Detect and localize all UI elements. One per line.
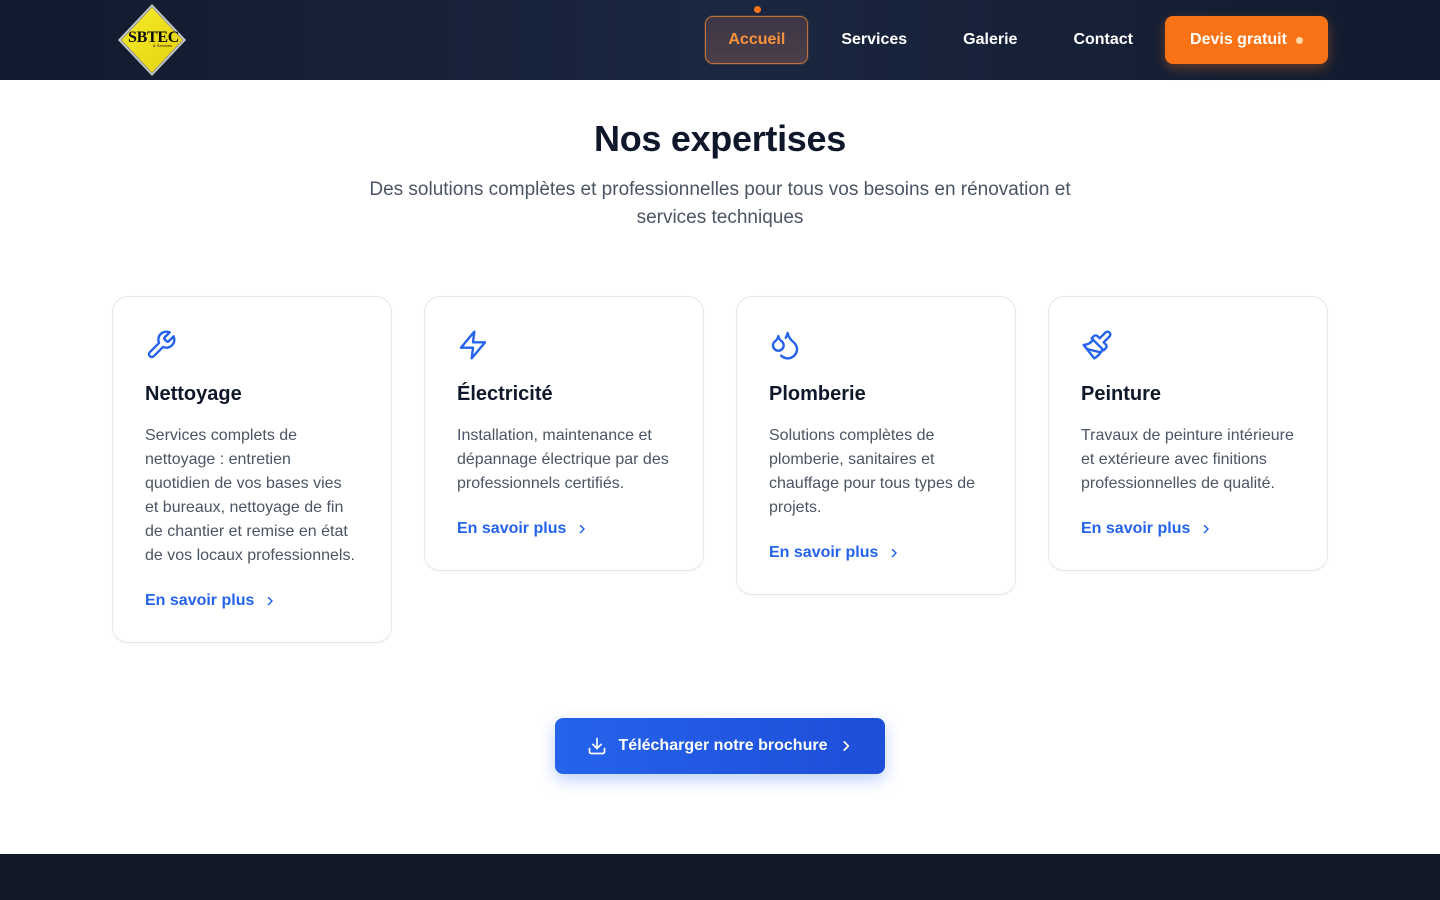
en-savoir-plus-link[interactable]: En savoir plus: [769, 544, 900, 562]
en-savoir-plus-link[interactable]: En savoir plus: [1081, 520, 1212, 538]
card-title: Peinture: [1081, 383, 1162, 405]
lightning-icon: [457, 329, 489, 361]
active-indicator-dot: [753, 6, 761, 13]
wrench-icon: [145, 329, 177, 361]
site-header: SBTEC & Services Accueil Services Galeri…: [0, 0, 1440, 80]
chevron-right-icon: [843, 741, 850, 751]
link-label: En savoir plus: [145, 592, 255, 609]
card-title: Nettoyage: [145, 383, 242, 405]
link-label: En savoir plus: [769, 544, 879, 561]
nav-item-label: Accueil: [728, 31, 786, 48]
service-card-plomberie: Plomberie Solutions complètes de plomber…: [736, 296, 1016, 595]
nav-item-galerie[interactable]: Galerie: [935, 16, 1045, 64]
nav-item-label: Galerie: [963, 31, 1018, 48]
card-title: Plomberie: [769, 383, 866, 405]
en-savoir-plus-link[interactable]: En savoir plus: [457, 520, 588, 538]
card-description: Travaux de peinture intérieure et extéri…: [1081, 427, 1294, 492]
nav-item-label: Contact: [1073, 31, 1133, 48]
en-savoir-plus-link[interactable]: En savoir plus: [145, 592, 276, 610]
chevron-right-icon: [892, 548, 898, 558]
section-title: Nos expertises: [594, 118, 846, 159]
main-nav: Accueil Services Galerie Contact Devis g…: [705, 6, 1328, 64]
download-icon: [588, 737, 605, 755]
service-card-peinture: Peinture Travaux de peinture intérieure …: [1048, 296, 1328, 571]
paintbrush-icon: [1081, 329, 1113, 361]
section-subtitle: Des solutions complètes et professionnel…: [369, 179, 1071, 228]
site-footer: [0, 854, 1440, 900]
site-logo[interactable]: SBTEC & Services: [117, 3, 187, 77]
brochure-label: Télécharger notre brochure: [618, 737, 828, 754]
cta-dot: [1295, 36, 1303, 44]
nav-item-services[interactable]: Services: [813, 16, 935, 64]
download-brochure-button[interactable]: Télécharger notre brochure: [555, 718, 885, 774]
chevron-right-icon: [580, 524, 586, 534]
nav-item-contact[interactable]: Contact: [1045, 16, 1161, 64]
nav-item-label: Services: [841, 31, 908, 48]
chevron-right-icon: [268, 596, 274, 606]
devis-gratuit-button[interactable]: Devis gratuit: [1165, 16, 1328, 64]
droplets-icon: [769, 329, 801, 361]
logo-subtext: & Services: [153, 43, 173, 48]
cta-label: Devis gratuit: [1190, 31, 1287, 48]
link-label: En savoir plus: [1081, 520, 1191, 537]
card-title: Électricité: [457, 383, 553, 405]
card-description: Services complets de nettoyage : entreti…: [145, 427, 355, 564]
service-card-nettoyage: Nettoyage Services complets de nettoyage…: [112, 296, 392, 643]
card-description: Solutions complètes de plomberie, sanita…: [769, 427, 976, 516]
chevron-right-icon: [1204, 524, 1210, 534]
nav-item-accueil[interactable]: Accueil: [705, 6, 809, 64]
card-description: Installation, maintenance et dépannage é…: [457, 427, 669, 492]
link-label: En savoir plus: [457, 520, 567, 537]
service-card-electricite: Électricité Installation, maintenance et…: [424, 296, 704, 571]
